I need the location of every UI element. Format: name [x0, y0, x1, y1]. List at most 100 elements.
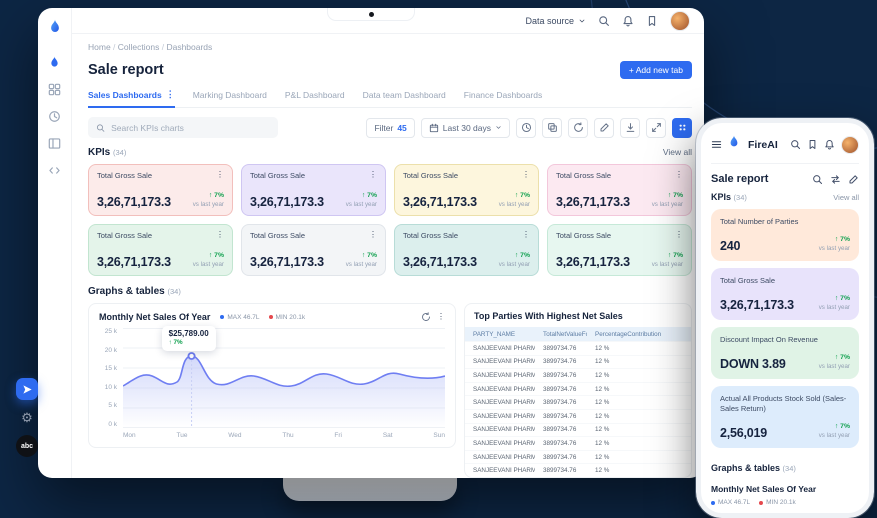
search-icon[interactable] [812, 174, 823, 185]
bell-icon[interactable] [622, 15, 634, 27]
bell-icon[interactable] [824, 139, 835, 150]
user-avatar[interactable] [670, 10, 690, 31]
table-row[interactable]: SANJEEVANI PHARMA DISTRIBUTORS 3899734.7… [465, 395, 691, 410]
table-header-row: PARTY_NAMETotalNetValueForPartyPercentag… [465, 327, 691, 342]
search-icon [96, 123, 105, 132]
add-new-tab-button[interactable]: + Add new tab [619, 61, 692, 80]
laptop-notch [327, 8, 415, 21]
table-row[interactable]: SANJEEVANI PHARMA DISTRIBUTORS 3899734.7… [465, 381, 691, 396]
kebab-menu-icon[interactable]: ⋮ [216, 171, 224, 179]
table-column-header[interactable]: PARTY_NAME [465, 327, 535, 342]
nav-fire-icon[interactable] [48, 56, 61, 69]
app-sidebar [38, 8, 72, 478]
breadcrumb-item[interactable]: Collections [118, 42, 167, 52]
nav-history-icon[interactable] [48, 110, 61, 123]
kpi-card[interactable]: Discount Impact On Revenue DOWN 3.89 ↑ 7… [711, 327, 859, 380]
copy-icon[interactable] [542, 117, 562, 138]
kebab-menu-icon[interactable]: ⋮ [369, 171, 377, 179]
data-source-dropdown[interactable]: Data source [525, 16, 586, 26]
dashboard-tab[interactable]: Marking Dashboard⋮ [193, 86, 267, 107]
kpi-card[interactable]: Total Gross Sale 3,26,71,173.3 ↑ 7% vs l… [711, 268, 859, 321]
chart-y-axis: 25 k 20 k 15 k 10 k5 k0 k [104, 328, 117, 429]
breadcrumb-item[interactable]: Dashboards [166, 42, 212, 52]
table-row[interactable]: SANJEEVANI PHARMA DISTRIBUTORS 3899734.7… [465, 463, 691, 477]
edit-icon[interactable] [848, 174, 859, 185]
nav-code-icon[interactable] [48, 164, 61, 177]
legend-item: MIN 20.1k [759, 499, 796, 506]
fireai-logo [728, 135, 740, 154]
history-icon[interactable] [516, 117, 536, 138]
delta-badge: ↑ 7% [834, 236, 850, 244]
kpi-card[interactable]: Total Gross Sale ⋮ 3,26,71,173.3 ↑ 7% vs… [394, 164, 539, 217]
top-parties-table-card: Top Parties With Highest Net Sales PARTY… [464, 303, 692, 478]
delta-badge: ↑ 7% [834, 354, 850, 362]
bookmark-icon[interactable] [807, 139, 818, 150]
kebab-menu-icon[interactable]: ⋮ [437, 313, 445, 321]
delta-badge: ↑ 7% [834, 295, 850, 303]
phone-chart-title: Monthly Net Sales Of Year [711, 484, 817, 495]
table-column-header[interactable]: PercentageContribution [587, 327, 691, 342]
search-icon[interactable] [790, 139, 801, 150]
delta-badge: ↑ 7% [667, 192, 683, 200]
nav-grid-icon[interactable] [48, 83, 61, 96]
edit-icon[interactable] [594, 117, 614, 138]
search-icon[interactable] [598, 15, 610, 27]
kpi-search[interactable] [88, 117, 278, 139]
dashboard-tab[interactable]: Sales Dashboards ⋮ [88, 86, 175, 109]
kpi-card[interactable]: Total Gross Sale ⋮ 3,26,71,173.3 ↑ 7% vs… [88, 224, 233, 277]
settings-gear-icon[interactable]: ⚙ [21, 411, 33, 424]
kpi-card[interactable]: Total Gross Sale ⋮ 3,26,71,173.3 ↑ 7% vs… [547, 224, 692, 277]
kebab-menu-icon[interactable]: ⋮ [522, 171, 530, 179]
refresh-icon[interactable] [421, 312, 431, 322]
download-icon[interactable] [620, 117, 640, 138]
breadcrumb-item[interactable]: Home [88, 42, 118, 52]
table-row[interactable]: SANJEEVANI PHARMA DISTRIBUTORS 3899734.7… [465, 422, 691, 437]
assistant-button[interactable] [16, 378, 38, 400]
kebab-menu-icon[interactable]: ⋮ [369, 231, 377, 239]
filter-count-badge: 45 [397, 122, 407, 133]
kpi-card[interactable]: Total Number of Parties 240 ↑ 7% vs last… [711, 209, 859, 262]
filter-chip[interactable]: Filter 45 [366, 117, 415, 138]
nav-layout-icon[interactable] [48, 137, 61, 150]
kpis-view-all[interactable]: View all [663, 147, 692, 157]
table-row[interactable]: SANJEEVANI PHARMA DISTRIBUTORS 3899734.7… [465, 409, 691, 424]
kpi-card[interactable]: Total Gross Sale ⋮ 3,26,71,173.3 ↑ 7% vs… [88, 164, 233, 217]
search-input[interactable] [111, 122, 270, 133]
legend-item: MIN 20.1k [268, 314, 305, 321]
kpi-card[interactable]: Actual All Products Stock Sold (Sales- S… [711, 386, 859, 449]
kpi-card[interactable]: Total Gross Sale ⋮ 3,26,71,173.3 ↑ 7% vs… [241, 224, 386, 277]
table-column-header[interactable]: TotalNetValueForParty [535, 327, 587, 342]
bookmark-icon[interactable] [646, 15, 658, 27]
breadcrumb: HomeCollectionsDashboards [88, 42, 692, 52]
user-avatar[interactable] [841, 135, 859, 154]
dashboard-tab[interactable]: Finance Dashboards⋮ [464, 86, 542, 107]
refresh-icon[interactable] [568, 117, 588, 138]
date-range-chip[interactable]: Last 30 days [420, 117, 510, 138]
monthly-net-sales-chart-card: Monthly Net Sales Of Year MAX 46.7L MIN 2… [88, 303, 456, 449]
calendar-icon [429, 123, 438, 132]
kpi-card[interactable]: Total Gross Sale ⋮ 3,26,71,173.3 ↑ 7% vs… [241, 164, 386, 217]
table-row[interactable]: SANJEEVANI PHARMA DISTRIBUTORS 3899734.7… [465, 368, 691, 383]
refresh-icon[interactable] [830, 174, 841, 185]
kpi-card[interactable]: Total Gross Sale ⋮ 3,26,71,173.3 ↑ 7% vs… [394, 224, 539, 277]
phone-view-all[interactable]: View all [833, 193, 859, 202]
kpi-card[interactable]: Total Gross Sale ⋮ 3,26,71,173.3 ↑ 7% vs… [547, 164, 692, 217]
table-row[interactable]: SANJEEVANI PHARMA DISTRIBUTORS 3899734.7… [465, 354, 691, 369]
table-row[interactable]: SANJEEVANI PHARMA DISTRIBUTORS 3899734.7… [465, 449, 691, 464]
kebab-menu-icon[interactable]: ⋮ [522, 231, 530, 239]
apps-grid-button[interactable] [672, 117, 692, 138]
chart-legend: MAX 46.7L MIN 20.1k [220, 314, 305, 321]
delta-badge: ↑ 7% [208, 192, 224, 200]
hamburger-menu-icon[interactable] [711, 139, 722, 150]
dashboard-tab[interactable]: P&L Dashboard⋮ [285, 86, 345, 107]
chart-title: Monthly Net Sales Of Year [99, 312, 211, 323]
tab-kebab-icon[interactable]: ⋮ [166, 89, 175, 100]
phone-page-title: Sale report [711, 173, 769, 185]
kebab-menu-icon[interactable]: ⋮ [675, 231, 683, 239]
kebab-menu-icon[interactable]: ⋮ [216, 231, 224, 239]
dashboard-tab[interactable]: Data team Dashboard⋮ [363, 86, 446, 107]
kebab-menu-icon[interactable]: ⋮ [675, 171, 683, 179]
table-row[interactable]: SANJEEVANI PHARMA DISTRIBUTORS 3899734.7… [465, 341, 691, 356]
table-row[interactable]: SANJEEVANI PHARMA DISTRIBUTORS 3899734.7… [465, 436, 691, 451]
expand-icon[interactable] [646, 117, 666, 138]
